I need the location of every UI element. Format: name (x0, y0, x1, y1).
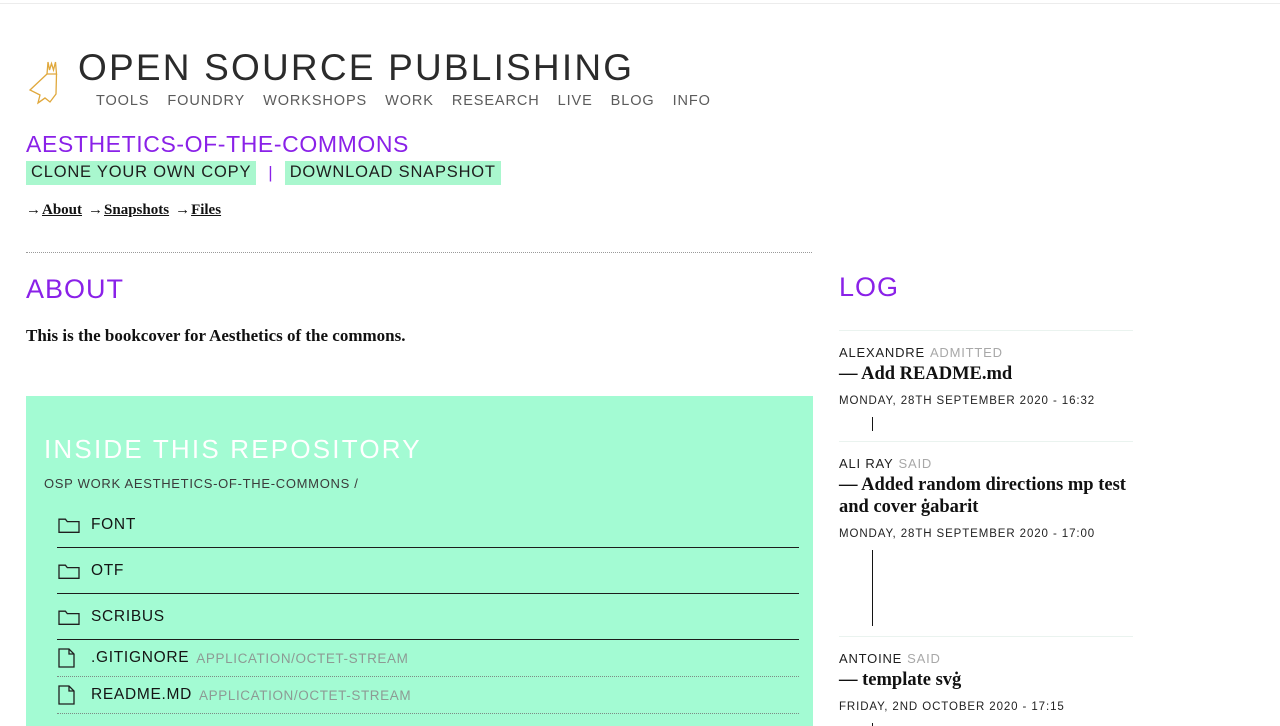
log-entry-author: ALEXANDRE ADMITTED (839, 345, 1003, 360)
repo-subnav: →About →Snapshots →Files (26, 202, 227, 219)
entry-name: README.MD (91, 686, 193, 703)
page-title: AESTHETICS-OF-THE-COMMONS (26, 131, 409, 157)
subnav-item-about[interactable]: About (42, 202, 88, 218)
log-entry-author: ANTOINE SAID (839, 651, 941, 666)
folder-icon (58, 562, 91, 580)
log-entry-list: ALEXANDRE ADMITTED — Add README.md MONDAY, … (839, 330, 1139, 726)
log-entry-verb: SAID (907, 651, 941, 666)
entry-name: .GITIGNORE (91, 649, 190, 666)
log-entry-message: — Added random directions mp test and co… (839, 475, 1126, 517)
nav-item-foundry[interactable]: FOUNDRY (167, 93, 245, 109)
log-entry-connector (872, 417, 874, 431)
repository-file-row[interactable]: .GITIGNORE APPLICATION/OCTET-STREAM (57, 640, 799, 677)
entry-mimetype: APPLICATION/OCTET-STREAM (199, 687, 412, 703)
repository-panel-heading: INSIDE THIS REPOSITORY (44, 434, 422, 464)
log-heading: LOG (839, 272, 900, 302)
entry-name: OTF (91, 561, 125, 579)
repository-folder-row[interactable]: FONT (57, 502, 799, 548)
log-entry-verb: ADMITTED (929, 345, 1003, 360)
section-divider (26, 252, 812, 253)
log-entry[interactable]: ALEXANDRE ADMITTED — Add README.md MONDAY, … (839, 330, 1139, 431)
nav-item-live[interactable]: LIVE (558, 93, 593, 109)
nav-item-workshops[interactable]: WORKSHOPS (263, 93, 367, 109)
site-title: OPEN SOURCE PUBLISHING (78, 47, 635, 88)
download-snapshot-button[interactable]: DOWNLOAD SNAPSHOT (284, 161, 501, 185)
arrow-icon: → (175, 202, 191, 218)
main-navigation: TOOLS FOUNDRY WORKSHOPS WORK RESEARCH LI… (96, 93, 711, 109)
folder-icon (58, 516, 91, 534)
nav-item-work[interactable]: WORK (385, 93, 434, 109)
folder-icon (58, 608, 91, 626)
top-hairline (0, 3, 1280, 4)
entry-mimetype: APPLICATION/OCTET-STREAM (196, 650, 409, 666)
log-entry-verb: SAID (898, 456, 933, 471)
log-entry-body: ANTOINE SAID — template svġ FRIDAY, 2ND OCT… (839, 637, 1139, 713)
nav-item-blog[interactable]: BLOG (611, 93, 655, 109)
log-entry-body: ALI RAY SAID — Added random directions mp … (839, 442, 1139, 540)
log-entry-message: — template svġ (839, 670, 962, 690)
log-entry[interactable]: ANTOINE SAID — template svġ FRIDAY, 2ND OCT… (839, 636, 1139, 726)
log-entry-message: — Add README.md (839, 364, 1013, 384)
log-entry-connector (872, 550, 874, 626)
repository-panel: INSIDE THIS REPOSITORY OSP WORK AESTHETI… (26, 396, 813, 726)
about-heading: ABOUT (26, 274, 125, 304)
nav-item-info[interactable]: INFO (673, 93, 711, 109)
repository-file-row[interactable]: README.MD APPLICATION/OCTET-STREAM (57, 677, 799, 714)
log-entry[interactable]: ALI RAY SAID — Added random directions mp … (839, 441, 1139, 626)
osp-fox-crown-logo-icon[interactable] (26, 54, 74, 106)
arrow-icon: → (88, 202, 104, 218)
log-entry-date: MONDAY, 28TH SEPTEMBER 2020 - 17:00 (839, 528, 1096, 540)
nav-item-tools[interactable]: TOOLS (96, 93, 149, 109)
subnav-item-files[interactable]: Files (191, 202, 227, 218)
log-column: LOG ALEXANDRE ADMITTED — Add README.md MOND… (839, 272, 1139, 726)
repo-action-bar: CLONE YOUR OWN COPY | DOWNLOAD SNAPSHOT (26, 161, 501, 185)
log-entry-body: ALEXANDRE ADMITTED — Add README.md MONDAY, … (839, 331, 1139, 407)
entry-name: SCRIBUS (91, 607, 165, 625)
site-header: OPEN SOURCE PUBLISHING TOOLS FOUNDRY WOR… (26, 46, 826, 116)
breadcrumb: OSP WORK AESTHETICS-OF-THE-COMMONS / (44, 476, 359, 491)
log-entry-date: FRIDAY, 2ND OCTOBER 2020 - 17:15 (839, 701, 1065, 713)
file-icon (58, 685, 91, 705)
log-entry-date: MONDAY, 28TH SEPTEMBER 2020 - 16:32 (839, 395, 1096, 407)
nav-item-research[interactable]: RESEARCH (452, 93, 540, 109)
entry-name: FONT (91, 515, 136, 533)
action-separator: | (268, 163, 273, 182)
about-description: This is the bookcover for Aesthetics of … (26, 326, 406, 345)
repository-folder-row[interactable]: OTF (57, 548, 799, 594)
subnav-item-snapshots[interactable]: Snapshots (104, 202, 175, 218)
arrow-icon: → (26, 202, 41, 218)
file-icon (58, 648, 91, 668)
clone-repository-button[interactable]: CLONE YOUR OWN COPY (26, 161, 257, 185)
repository-folder-row[interactable]: SCRIBUS (57, 594, 799, 640)
log-entry-author: ALI RAY SAID (839, 456, 933, 471)
repository-entry-list: FONT OTF SCRIBUS .GITIGNORE APPLICATION/OCTE… (57, 502, 799, 714)
